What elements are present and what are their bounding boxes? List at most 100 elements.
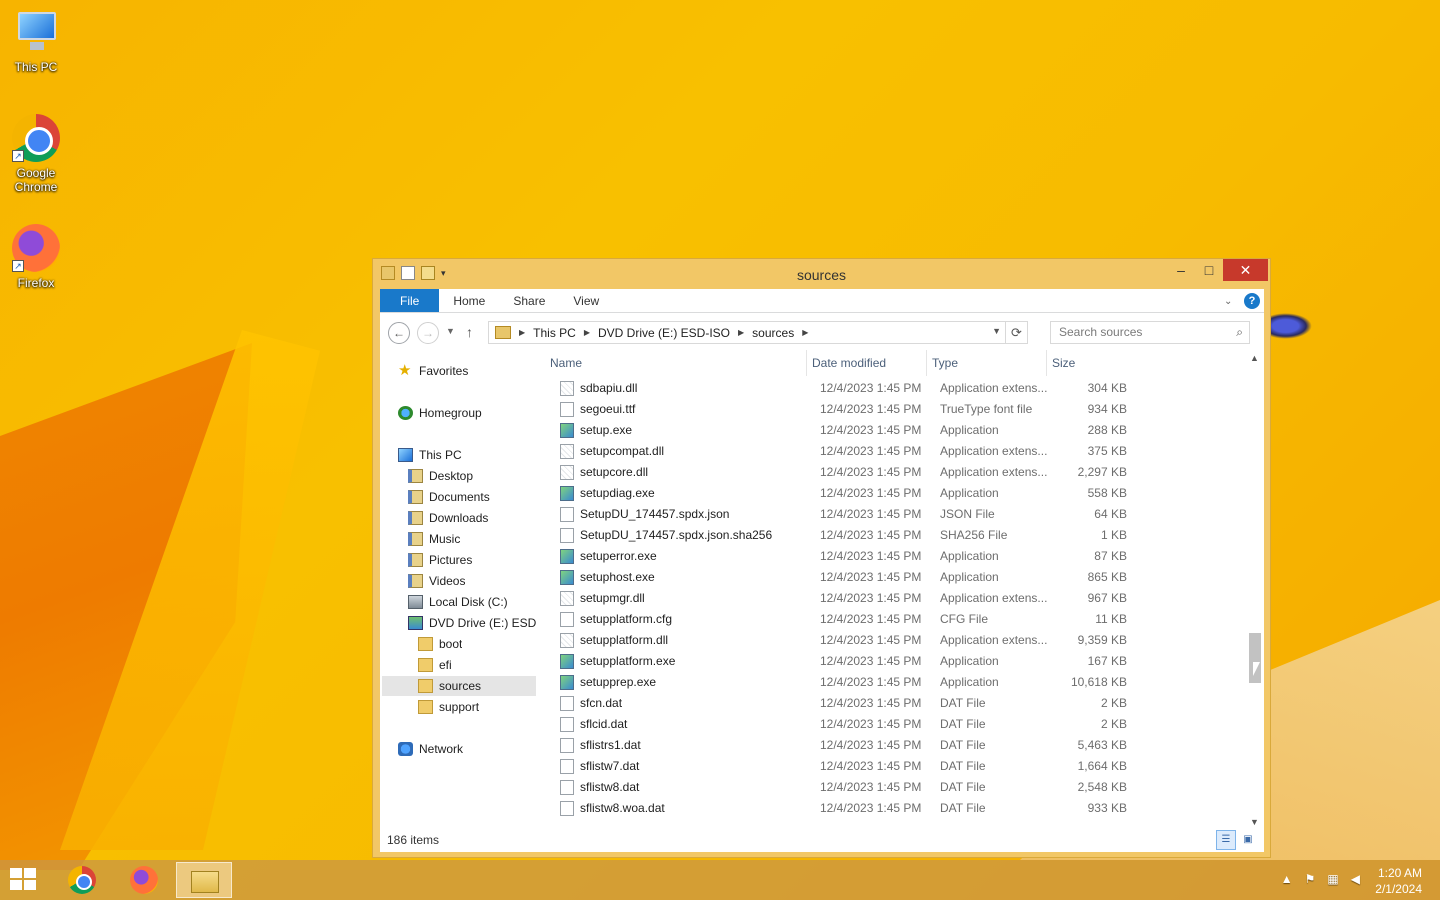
file-row[interactable]: setupdiag.exe 12/4/2023 1:45 PM Applicatio…: [550, 483, 1242, 504]
breadcrumb-separator-icon[interactable]: ▶: [738, 328, 744, 337]
tab-view[interactable]: View: [559, 289, 613, 312]
nav-item-local-disk[interactable]: Local Disk (C:): [408, 592, 508, 612]
maximize-button[interactable]: □: [1195, 259, 1223, 281]
file-date: 12/4/2023 1:45 PM: [820, 738, 922, 752]
volume-muted-icon[interactable]: ◀: [1351, 872, 1360, 886]
file-type: Application: [940, 675, 999, 689]
breadcrumb-dvd-drive[interactable]: DVD Drive (E:) ESD-ISO: [598, 326, 730, 340]
help-icon[interactable]: ?: [1244, 293, 1260, 309]
column-header-date[interactable]: Date modified: [806, 350, 924, 376]
recent-locations-chevron-icon[interactable]: ▼: [446, 326, 455, 336]
application-icon: [560, 486, 574, 501]
nav-item-boot[interactable]: boot: [418, 634, 462, 654]
nav-item-this-pc[interactable]: This PC: [398, 445, 462, 465]
file-row[interactable]: sflistw8.woa.dat 12/4/2023 1:45 PM DAT Fil…: [550, 798, 1242, 819]
column-header-size[interactable]: Size: [1046, 350, 1136, 376]
desktop-icon-chrome[interactable]: ↗ Google Chrome: [4, 114, 68, 194]
nav-item-documents[interactable]: Documents: [408, 487, 490, 507]
file-row[interactable]: setuphost.exe 12/4/2023 1:45 PM Applicatio…: [550, 567, 1242, 588]
file-row[interactable]: SetupDU_174457.spdx.json.sha256 12/4/2023…: [550, 525, 1242, 546]
breadcrumb-separator-icon[interactable]: ▶: [519, 328, 525, 337]
file-row[interactable]: sflistrs1.dat 12/4/2023 1:45 PM DAT File 5,…: [550, 735, 1242, 756]
library-icon: [408, 574, 423, 588]
search-input[interactable]: Search sources ⌕: [1050, 321, 1250, 344]
nav-item-pictures[interactable]: Pictures: [408, 550, 472, 570]
file-size: 1,664 KB: [1077, 759, 1127, 773]
desktop-icon-firefox[interactable]: ↗ Firefox: [4, 224, 68, 290]
column-header-type[interactable]: Type: [926, 350, 1044, 376]
breadcrumb-separator-icon[interactable]: ▶: [584, 328, 590, 337]
nav-item-downloads[interactable]: Downloads: [408, 508, 488, 528]
file-explorer-window[interactable]: ▾ sources – □ ✕ File Home Share View ⌄ ?…: [372, 258, 1271, 858]
file-row[interactable]: sflistw8.dat 12/4/2023 1:45 PM DAT File 2,5…: [550, 777, 1242, 798]
title-bar[interactable]: ▾ sources – □ ✕: [373, 259, 1270, 289]
scroll-up-icon[interactable]: ▲: [1246, 350, 1263, 366]
address-history-chevron-icon[interactable]: ▼: [992, 326, 1001, 336]
search-icon[interactable]: ⌕: [1236, 322, 1243, 343]
network-disconnected-icon[interactable]: ▦: [1327, 872, 1338, 886]
desktop-icon-this-pc[interactable]: This PC: [4, 8, 68, 74]
file-row[interactable]: sflcid.dat 12/4/2023 1:45 PM DAT File 2 KB: [550, 714, 1242, 735]
minimize-button[interactable]: –: [1167, 259, 1195, 281]
show-hidden-icons-icon[interactable]: ▲: [1281, 872, 1293, 886]
file-row[interactable]: setuperror.exe 12/4/2023 1:45 PM Applicati…: [550, 546, 1242, 567]
close-button[interactable]: ✕: [1223, 259, 1268, 281]
nav-item-favorites[interactable]: ★ Favorites: [398, 361, 468, 381]
action-center-flag-icon[interactable]: ⚑: [1305, 872, 1316, 886]
file-row[interactable]: setupplatform.cfg 12/4/2023 1:45 PM CFG Fi…: [550, 609, 1242, 630]
up-button[interactable]: ↑: [466, 324, 473, 340]
tab-share[interactable]: Share: [499, 289, 559, 312]
file-date: 12/4/2023 1:45 PM: [820, 486, 922, 500]
file-row[interactable]: segoeui.ttf 12/4/2023 1:45 PM TrueType fon…: [550, 399, 1242, 420]
refresh-icon[interactable]: ⟳: [1005, 322, 1027, 343]
file-row[interactable]: setupplatform.exe 12/4/2023 1:45 PM Applic…: [550, 651, 1242, 672]
file-row[interactable]: sfcn.dat 12/4/2023 1:45 PM DAT File 2 KB: [550, 693, 1242, 714]
file-type: DAT File: [940, 738, 986, 752]
nav-item-dvd-drive[interactable]: DVD Drive (E:) ESD-ISO: [408, 613, 536, 633]
nav-item-label: sources: [439, 679, 482, 693]
nav-item-homegroup[interactable]: Homegroup: [398, 403, 482, 423]
vertical-scrollbar[interactable]: ▲ ▼: [1246, 350, 1263, 830]
file-row[interactable]: sdbapiu.dll 12/4/2023 1:45 PM Application …: [550, 378, 1242, 399]
address-bar[interactable]: ▶ This PC ▶ DVD Drive (E:) ESD-ISO ▶ sou…: [488, 321, 1028, 344]
breadcrumb-sources[interactable]: sources: [752, 326, 794, 340]
nav-item-desktop[interactable]: Desktop: [408, 466, 473, 486]
taskbar-file-explorer[interactable]: [176, 862, 232, 898]
nav-item-music[interactable]: Music: [408, 529, 460, 549]
start-button[interactable]: [10, 868, 38, 892]
nav-item-label: Downloads: [429, 511, 489, 525]
file-row[interactable]: setupmgr.dll 12/4/2023 1:45 PM Application…: [550, 588, 1242, 609]
file-row[interactable]: sflistw7.dat 12/4/2023 1:45 PM DAT File 1,6…: [550, 756, 1242, 777]
file-name: setupplatform.cfg: [580, 612, 673, 626]
system-clock[interactable]: 1:20 AM 2/1/2024: [1375, 865, 1422, 897]
breadcrumb-separator-icon[interactable]: ▶: [802, 328, 808, 337]
nav-item-label: Homegroup: [419, 406, 482, 420]
nav-item-videos[interactable]: Videos: [408, 571, 465, 591]
file-row[interactable]: setupprep.exe 12/4/2023 1:45 PM Applicatio…: [550, 672, 1242, 693]
nav-item-support[interactable]: support: [418, 697, 479, 717]
file-type: Application extens...: [940, 444, 1048, 458]
file-row[interactable]: setupcore.dll 12/4/2023 1:45 PM Applicatio…: [550, 462, 1242, 483]
tab-home[interactable]: Home: [439, 289, 499, 312]
navigation-pane: ★ Favorites Homegroup This PC Desktop Doc…: [380, 357, 540, 827]
nav-item-efi[interactable]: efi: [418, 655, 452, 675]
file-row[interactable]: SetupDU_174457.spdx.json 12/4/2023 1:45 P…: [550, 504, 1242, 525]
large-icons-view-icon[interactable]: ▣: [1238, 830, 1258, 850]
file-icon: [560, 717, 574, 732]
file-row[interactable]: setupplatform.dll 12/4/2023 1:45 PM Applic…: [550, 630, 1242, 651]
file-row[interactable]: setup.exe 12/4/2023 1:45 PM Application 288…: [550, 420, 1242, 441]
file-size: 11 KB: [1095, 612, 1127, 626]
nav-item-network[interactable]: Network: [398, 739, 463, 759]
file-row[interactable]: setupcompat.dll 12/4/2023 1:45 PM Applicat…: [550, 441, 1242, 462]
breadcrumb-this-pc[interactable]: This PC: [533, 326, 576, 340]
tab-file[interactable]: File: [380, 289, 440, 312]
taskbar-firefox[interactable]: [116, 862, 172, 898]
forward-button[interactable]: →: [417, 322, 439, 344]
taskbar-chrome[interactable]: [54, 862, 110, 898]
column-header-name[interactable]: Name: [550, 350, 805, 376]
details-view-icon[interactable]: ☰: [1216, 830, 1236, 850]
nav-item-sources[interactable]: sources: [382, 676, 536, 696]
expand-ribbon-chevron-icon[interactable]: ⌄: [1224, 296, 1234, 307]
shortcut-arrow-icon: ↗: [12, 260, 24, 272]
back-button[interactable]: ←: [388, 322, 410, 344]
